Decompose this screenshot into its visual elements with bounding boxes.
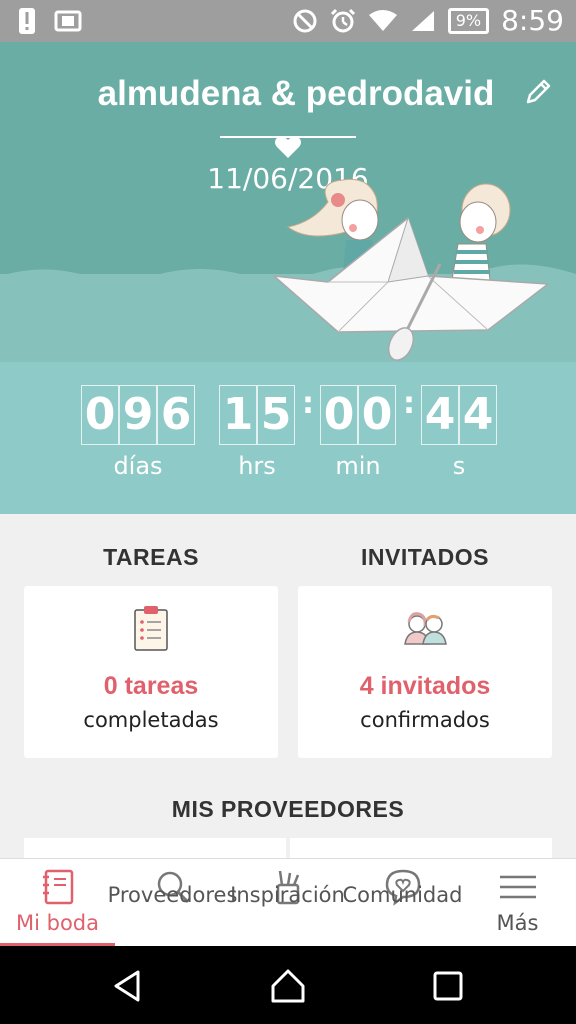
- provider-card[interactable]: [24, 838, 286, 860]
- do-not-disturb-icon: [293, 9, 317, 32]
- paper-boat-illustration: [273, 178, 549, 361]
- tasks-card[interactable]: 0 tareas completadas: [24, 586, 278, 758]
- signal-icon: [411, 10, 434, 31]
- days-digit-3: 6: [160, 389, 192, 440]
- provider-card[interactable]: [290, 838, 552, 860]
- days-label: días: [113, 452, 163, 480]
- recent-apps-icon[interactable]: [428, 966, 468, 1006]
- wedding-countdown: 0 9 6 1 5 : 0 0 : 4 4 días hrs min s: [0, 362, 576, 514]
- providers-title: MIS PROVEEDORES: [171, 796, 405, 822]
- countdown-digit: 0: [81, 385, 119, 445]
- nav-item-inspiracion[interactable]: Inspiración: [230, 859, 345, 947]
- nav-label: Más: [496, 911, 539, 935]
- guests-icon: [404, 612, 447, 645]
- heart-icon: [275, 136, 301, 158]
- wifi-icon: [368, 9, 397, 31]
- pencil-icon[interactable]: [524, 76, 554, 106]
- colon-separator: :: [403, 386, 415, 421]
- seconds-digit-1: 4: [424, 389, 456, 440]
- bottom-navigation: Mi boda Proveedores Inspiración Comunida…: [0, 858, 576, 947]
- days-digit-1: 0: [84, 389, 116, 440]
- nav-item-comunidad[interactable]: Comunidad: [343, 859, 462, 947]
- colon-separator: :: [302, 386, 314, 421]
- alarm-icon: [330, 8, 355, 32]
- nav-item-mi-boda[interactable]: Mi boda: [0, 859, 115, 947]
- countdown-digit: 4: [459, 385, 497, 445]
- tasks-subtitle: completadas: [83, 708, 219, 732]
- minutes-label: min: [335, 452, 381, 480]
- countdown-digit: 5: [257, 385, 295, 445]
- minutes-digit-2: 0: [361, 389, 393, 440]
- guests-title: INVITADOS: [360, 544, 490, 570]
- guests-subtitle: confirmados: [360, 708, 490, 732]
- minutes-digit-1: 0: [323, 389, 355, 440]
- guests-count: 4 invitados: [359, 672, 491, 700]
- guests-card[interactable]: 4 invitados confirmados: [298, 586, 552, 758]
- clock: 8:59: [501, 4, 564, 37]
- seconds-label: s: [452, 452, 466, 480]
- days-digit-2: 9: [122, 389, 154, 440]
- hours-label: hrs: [238, 452, 276, 480]
- countdown-digit: 0: [320, 385, 358, 445]
- countdown-digit: 0: [358, 385, 396, 445]
- countdown-digit: 9: [119, 385, 157, 445]
- battery-indicator: 9%: [447, 7, 490, 34]
- nav-label: Comunidad: [342, 883, 463, 907]
- nav-label: Mi boda: [15, 911, 99, 935]
- couple-names: almudena & pedrodavid: [97, 74, 495, 113]
- wedding-header: almudena & pedrodavid 11/06/2016: [0, 42, 576, 362]
- alert-icon: [19, 8, 35, 34]
- status-bar: 9% 8:59: [0, 0, 576, 42]
- back-icon[interactable]: [108, 966, 148, 1006]
- system-navigation-bar: [0, 946, 576, 1024]
- clipboard-icon: [134, 606, 168, 651]
- notification-icon: [54, 10, 82, 32]
- tasks-title: TAREAS: [103, 544, 199, 570]
- menu-icon: [499, 875, 536, 899]
- tasks-count: 0 tareas: [103, 672, 199, 700]
- countdown-digit: 4: [421, 385, 459, 445]
- seconds-digit-2: 4: [462, 389, 494, 440]
- home-icon[interactable]: [268, 966, 308, 1006]
- hours-digit-1: 1: [222, 389, 254, 440]
- nav-item-proveedores[interactable]: Proveedores: [108, 859, 237, 947]
- countdown-digit: 1: [219, 385, 257, 445]
- countdown-digit: 6: [157, 385, 195, 445]
- nav-item-mas[interactable]: Más: [460, 859, 575, 947]
- hours-digit-2: 5: [260, 389, 292, 440]
- notebook-icon: [42, 869, 73, 905]
